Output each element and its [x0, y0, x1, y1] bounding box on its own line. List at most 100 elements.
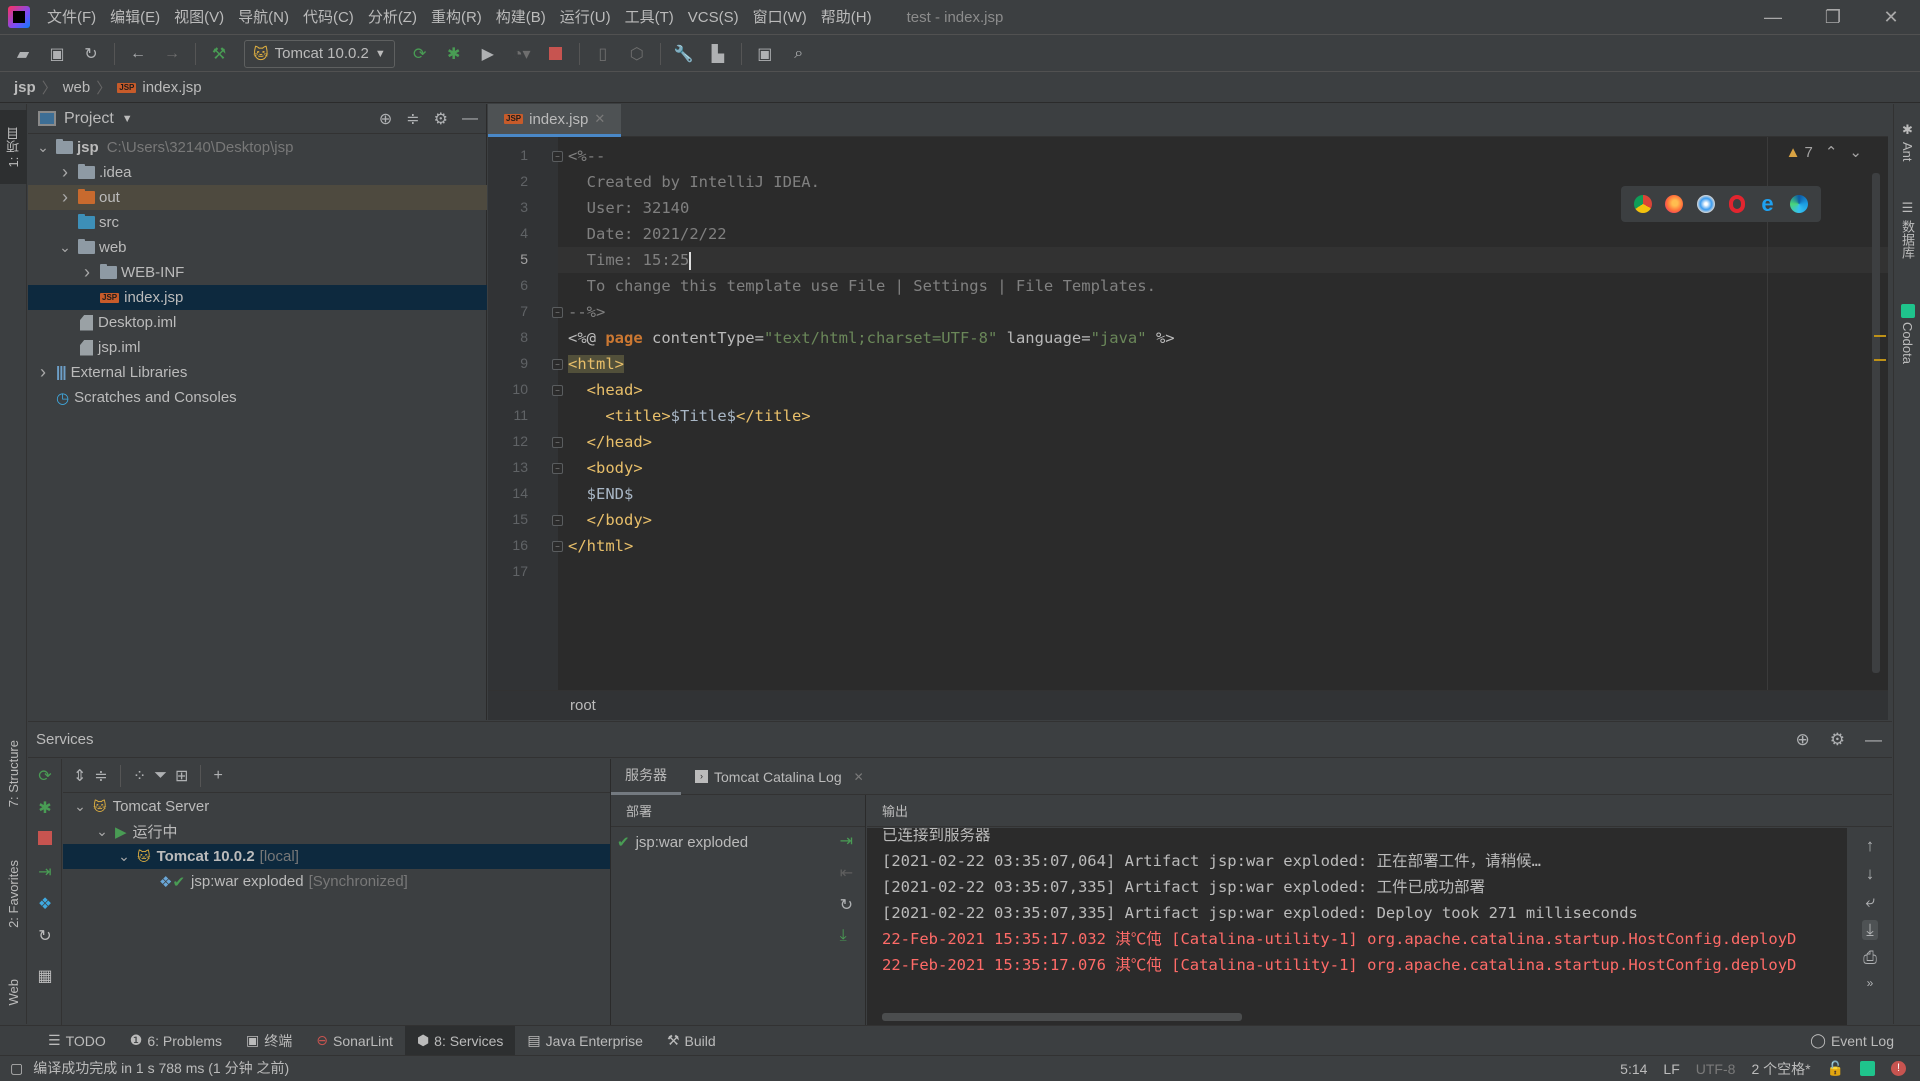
tool-tab-build[interactable]: ⚒ Build: [655, 1026, 728, 1056]
close-tab-icon[interactable]: ✕: [594, 111, 605, 127]
collapse-all-icon[interactable]: ≑: [406, 109, 419, 129]
ie-icon[interactable]: e: [1758, 193, 1776, 215]
artifacts-icon[interactable]: ❖: [35, 895, 55, 915]
locate-icon[interactable]: ⊕: [1796, 730, 1810, 750]
run-with-coverage-icon[interactable]: ▶: [473, 40, 503, 68]
tool-tab-java-enterprise[interactable]: ▤ Java Enterprise: [515, 1026, 655, 1056]
tab-server[interactable]: 服务器: [611, 759, 681, 795]
project-tree-item[interactable]: ◷ Scratches and Consoles: [28, 385, 487, 410]
attach-device-icon[interactable]: ▯: [588, 40, 618, 68]
previous-highlight-icon[interactable]: ⌃: [1825, 143, 1838, 161]
scroll-to-end-icon[interactable]: ⤓: [1862, 920, 1878, 940]
chevron-down-icon[interactable]: ▼: [122, 113, 133, 125]
tool-tab-event-log[interactable]: ◯ Event Log: [1798, 1026, 1906, 1056]
print-icon[interactable]: ⎙: [1863, 948, 1877, 968]
services-tree-item[interactable]: ⌄ ▶ 运行中: [63, 819, 610, 844]
database-tool-tab[interactable]: ☰ 数据库: [1894, 184, 1920, 274]
structure-breadcrumb-root[interactable]: root: [570, 697, 596, 714]
services-tree-item[interactable]: ⌄ 🐱 Tomcat 10.0.2 [local]: [63, 844, 610, 869]
project-tree-item[interactable]: Desktop.iml: [28, 310, 487, 335]
services-tree-item[interactable]: ⌄ 🐱 Tomcat Server: [63, 794, 610, 819]
breadcrumb-item-web[interactable]: web: [63, 79, 91, 96]
more-icon[interactable]: »: [1867, 976, 1874, 990]
edge-icon[interactable]: [1790, 195, 1809, 213]
indent-setting[interactable]: 2 个空格*: [1751, 1059, 1810, 1079]
menu-build[interactable]: 构建(B): [489, 0, 553, 35]
chevron-right-icon[interactable]: ›: [58, 162, 72, 183]
terminal-frame-icon[interactable]: ▣: [750, 40, 780, 68]
refresh-icon[interactable]: ↻: [35, 927, 55, 947]
inspection-widget[interactable]: ▲ 7 ⌃ ⌄: [1786, 143, 1862, 162]
codota-icon[interactable]: [1860, 1061, 1875, 1076]
menu-tools[interactable]: 工具(T): [618, 0, 681, 35]
hide-panel-icon[interactable]: —: [462, 110, 478, 128]
menu-file[interactable]: 文件(F): [40, 0, 103, 35]
tool-tab-todo[interactable]: ☰ TODO: [36, 1026, 118, 1056]
next-highlight-icon[interactable]: ⌄: [1849, 143, 1862, 161]
menu-code[interactable]: 代码(C): [296, 0, 361, 35]
chevron-down-icon[interactable]: ⌄: [117, 848, 131, 865]
tool-tab-sonarlint[interactable]: ⊖ SonarLint: [304, 1026, 405, 1056]
open-folder-icon[interactable]: ▰: [8, 40, 38, 68]
codota-tool-tab[interactable]: Codota: [1894, 284, 1920, 384]
rerun-icon[interactable]: ⟳: [405, 40, 435, 68]
group-by-icon[interactable]: ⁘: [133, 766, 146, 786]
hide-panel-icon[interactable]: —: [1865, 730, 1882, 750]
project-tree-item[interactable]: JSP index.jsp: [28, 285, 487, 310]
status-message[interactable]: 编译成功完成 in 1 s 788 ms (1 分钟 之前): [33, 1058, 289, 1078]
fold-marker-icon[interactable]: −: [552, 385, 563, 396]
fold-marker-icon[interactable]: −: [552, 541, 563, 552]
toggle-tool-windows-icon[interactable]: ▢: [10, 1060, 23, 1077]
menu-run[interactable]: 运行(U): [553, 0, 618, 35]
project-view-dropdown[interactable]: Project: [64, 110, 114, 128]
minimize-button[interactable]: —: [1750, 0, 1796, 35]
warning-stripe-mark[interactable]: [1874, 335, 1886, 337]
close-tab-icon[interactable]: ✕: [854, 770, 864, 784]
editor-scrollbar[interactable]: [1872, 173, 1880, 673]
debug-icon[interactable]: ✱: [35, 799, 55, 819]
caret-position[interactable]: 5:14: [1620, 1061, 1647, 1077]
lock-icon[interactable]: 🔓: [1827, 1060, 1844, 1077]
ant-tool-tab[interactable]: ✱ Ant: [1894, 112, 1920, 172]
console-output[interactable]: 已连接到服务器 [2021-02-22 03:35:07,064] Artifac…: [867, 828, 1847, 1025]
chevron-right-icon[interactable]: ›: [58, 187, 72, 208]
chevron-down-icon[interactable]: ⌄: [73, 798, 87, 815]
menu-view[interactable]: 视图(V): [167, 0, 231, 35]
run-configuration-dropdown[interactable]: 🐱 Tomcat 10.0.2 ▼: [244, 39, 395, 68]
opera-icon[interactable]: [1728, 195, 1745, 213]
tab-catalina-log[interactable]: › Tomcat Catalina Log ✕: [681, 759, 878, 795]
fold-marker-icon[interactable]: −: [552, 359, 563, 370]
expand-all-icon[interactable]: ⇕: [73, 766, 86, 786]
stop-icon[interactable]: [541, 40, 571, 68]
forward-icon[interactable]: →: [157, 40, 187, 68]
chevron-down-icon[interactable]: ⌄: [58, 239, 72, 256]
build-hammer-icon[interactable]: ⚒: [204, 40, 234, 68]
project-tree-item[interactable]: jsp.iml: [28, 335, 487, 360]
fold-marker-icon[interactable]: −: [552, 515, 563, 526]
firefox-icon[interactable]: [1665, 195, 1684, 213]
project-tree-item[interactable]: › out: [28, 185, 487, 210]
fold-marker-icon[interactable]: −: [552, 437, 563, 448]
menu-refactor[interactable]: 重构(R): [424, 0, 489, 35]
horizontal-scrollbar[interactable]: [882, 1013, 1242, 1021]
down-arrow-icon[interactable]: ↓: [1866, 864, 1875, 884]
deploy-icon[interactable]: ⬡: [622, 40, 652, 68]
project-tree-item[interactable]: src: [28, 210, 487, 235]
download-icon[interactable]: ⤓: [840, 927, 853, 945]
up-arrow-icon[interactable]: ↑: [1866, 836, 1875, 856]
fold-marker-icon[interactable]: −: [552, 307, 563, 318]
fold-marker-icon[interactable]: −: [552, 463, 563, 474]
menu-help[interactable]: 帮助(H): [814, 0, 879, 35]
deploy-icon[interactable]: ⇥: [840, 831, 853, 851]
project-tree-item[interactable]: ⌄ jsp C:\Users\32140\Desktop\jsp: [28, 135, 487, 160]
rerun-icon[interactable]: ⟳: [35, 767, 55, 787]
structure-tool-tab[interactable]: 7: Structure: [0, 719, 27, 829]
settings-wrench-icon[interactable]: 🔧: [669, 40, 699, 68]
tool-tab-terminal[interactable]: ▣ 终端: [234, 1026, 304, 1056]
tool-tab-problems[interactable]: ❶ 6: Problems: [118, 1026, 234, 1056]
locate-file-icon[interactable]: ⊕: [379, 109, 392, 129]
file-encoding[interactable]: UTF-8: [1696, 1061, 1736, 1077]
breadcrumb-item-index[interactable]: index.jsp: [142, 79, 201, 96]
debug-icon[interactable]: ✱: [439, 40, 469, 68]
menu-window[interactable]: 窗口(W): [746, 0, 814, 35]
